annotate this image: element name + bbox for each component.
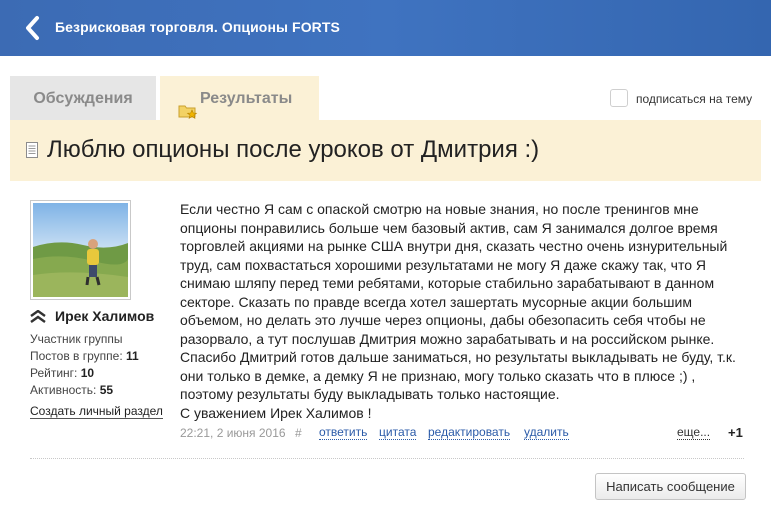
tab-discussions[interactable]: Обсуждения <box>10 76 156 120</box>
create-section-link[interactable]: Создать личный раздел <box>30 404 163 419</box>
post-line: снимаю шляпу перед теми ребятами, которы… <box>180 275 715 291</box>
post-line: поэтому результаты буду выкладывать толь… <box>180 386 560 402</box>
rating-label: Рейтинг: <box>30 366 78 380</box>
post-date: 22:21, 2 июня 2016 <box>180 426 286 440</box>
group-title: Безрисковая торговля. Опционы FORTS <box>55 19 340 35</box>
post-line: Если честно Я сам с опаской смотрю на но… <box>180 201 699 217</box>
posts-count: 11 <box>126 349 139 363</box>
tab-label: Обсуждения <box>33 90 133 107</box>
reply-link[interactable]: ответить <box>319 426 368 440</box>
write-message-button[interactable]: Написать сообщение <box>595 473 746 500</box>
tab-results[interactable]: Результаты <box>160 76 319 120</box>
post-actions: 22:21, 2 июня 2016 # ответить цитата ред… <box>180 425 745 443</box>
post-line: объемом, но делать это лучше через опцио… <box>180 312 706 328</box>
tab-label: Результаты <box>200 90 293 107</box>
subscribe-label: подписаться на тему <box>636 92 753 106</box>
author-role: Участник группы <box>30 332 123 346</box>
post-line: они только в демке, а демку Я не признаю… <box>180 367 696 384</box>
chevron-left-icon[interactable] <box>22 14 44 42</box>
post-line: труд, сам похвастаться хорошими результа… <box>180 256 707 273</box>
avatar-photo <box>33 203 128 297</box>
topic-title: Люблю опционы после уроков от Дмитрия :) <box>47 136 540 163</box>
post-line: С уважением Ирек Халимов ! <box>180 404 372 421</box>
delete-link[interactable]: удалить <box>524 426 569 440</box>
edit-link[interactable]: редактировать <box>428 426 511 440</box>
author-posts: Постов в группе: 11 <box>30 349 139 363</box>
subscribe-checkbox[interactable] <box>610 89 628 107</box>
quote-link[interactable]: цитата <box>379 426 417 440</box>
divider <box>30 458 744 459</box>
plus-one-button[interactable]: +1 <box>728 425 743 440</box>
post-line: разорвало, а тут послушав Дмитрия можно … <box>180 330 715 347</box>
folder-star-icon <box>178 92 198 119</box>
rank-chevrons-icon <box>30 309 46 324</box>
activity-label: Активность: <box>30 383 97 397</box>
post-permalink[interactable]: # <box>295 426 302 440</box>
post-line: Спасибо Дмитрий готов дальше заниматься,… <box>180 349 736 365</box>
post-line: торговлей акциями на рынке США внутри дн… <box>180 238 728 254</box>
app-header: Безрисковая торговля. Опционы FORTS <box>0 0 771 56</box>
post-body: Если честно Я сам с опаской смотрю на но… <box>180 200 745 422</box>
posts-label: Постов в группе: <box>30 349 123 363</box>
activity-value: 55 <box>99 383 114 397</box>
author-rating: Рейтинг: 10 <box>30 366 94 380</box>
more-link[interactable]: еще... <box>677 426 711 440</box>
post-line: секторе. Сказать по правде всегда хотел … <box>180 293 692 310</box>
author-activity: Активность: 55 <box>30 383 113 397</box>
author-name[interactable]: Ирек Халимов <box>55 308 154 324</box>
rating-value: 10 <box>80 366 95 380</box>
topic-header: Люблю опционы после уроков от Дмитрия :) <box>10 120 761 181</box>
document-icon <box>26 142 38 158</box>
post-line: опционы понравились больше чем базовый а… <box>180 219 718 236</box>
avatar[interactable] <box>30 200 131 300</box>
